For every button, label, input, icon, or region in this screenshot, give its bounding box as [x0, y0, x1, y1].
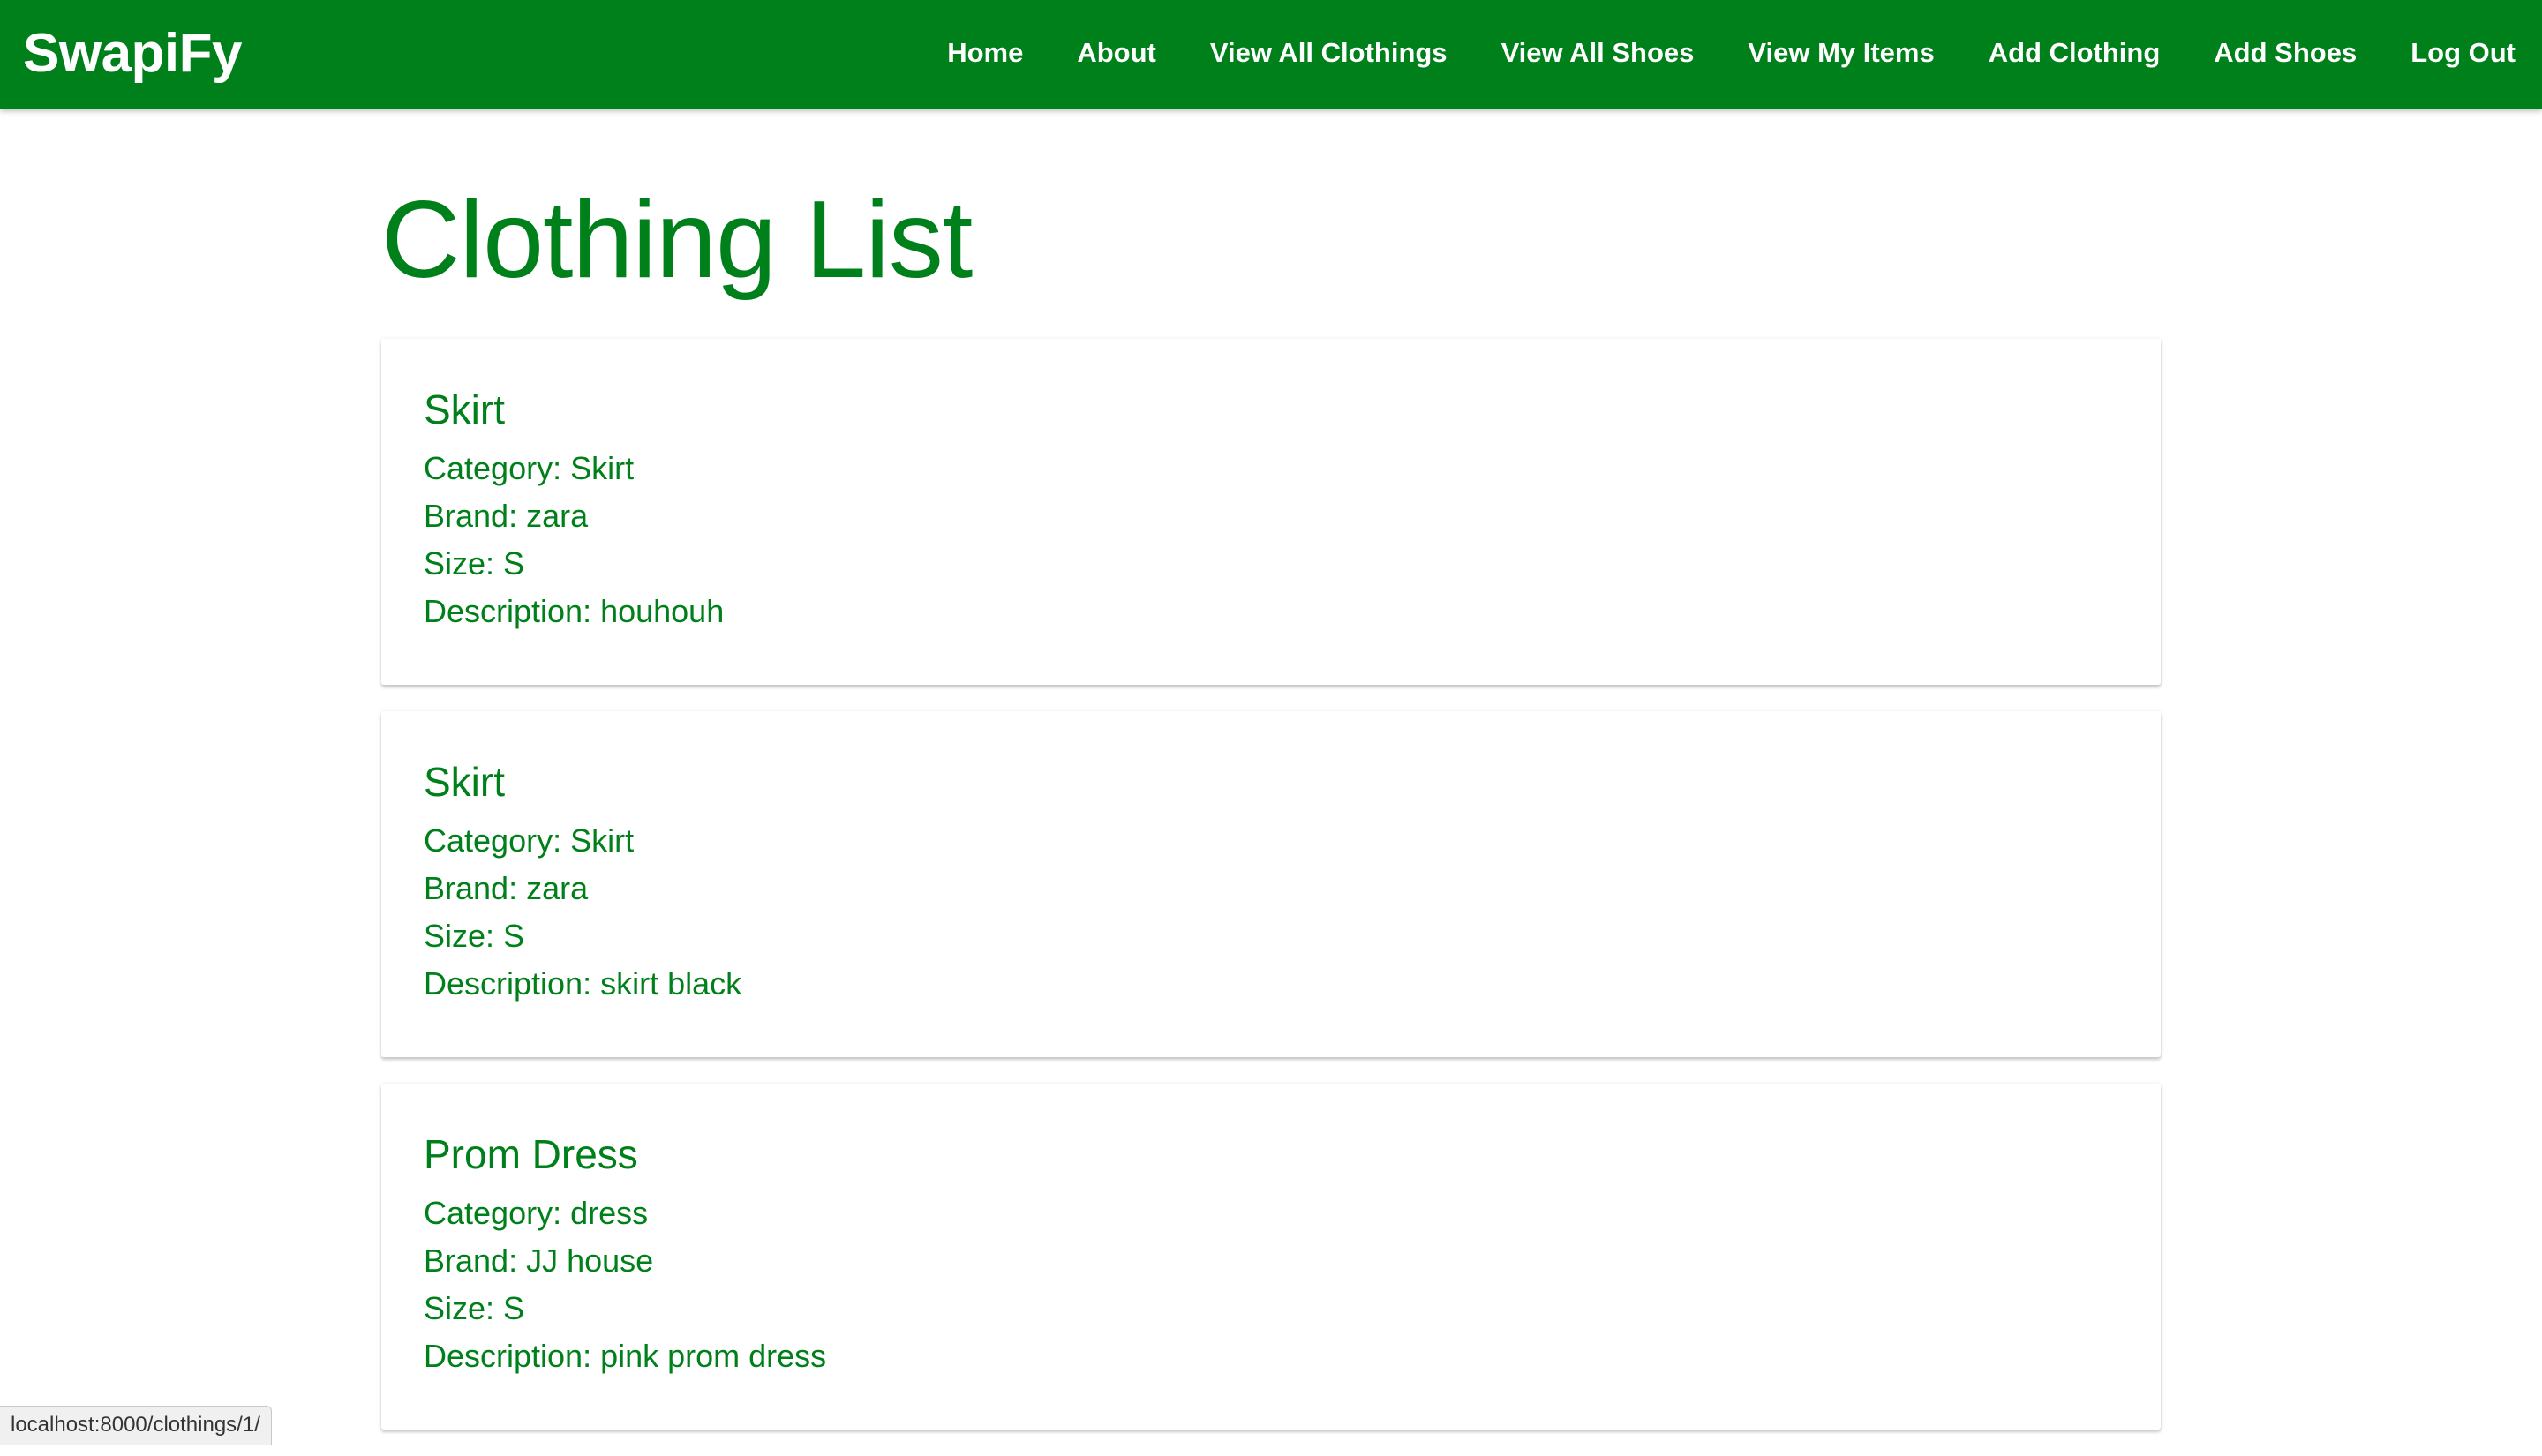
clothing-card: Skirt Category: Skirt Brand: zara Size: …: [381, 711, 2161, 1057]
nav-item-log-out: Log Out: [2357, 34, 2516, 72]
nav-item-view-all-clothings: View All Clothings: [1156, 34, 1448, 72]
clothing-description: Description: houhouh: [424, 588, 2118, 635]
nav-link-add-clothing[interactable]: Add Clothing: [1989, 34, 2161, 72]
nav-item-view-all-shoes: View All Shoes: [1448, 34, 1695, 72]
clothing-size: Size: S: [424, 1285, 2118, 1332]
clothing-card-title[interactable]: Skirt: [424, 754, 2118, 810]
nav-link-about[interactable]: About: [1077, 34, 1156, 72]
clothing-card: Skirt Category: Skirt Brand: zara Size: …: [381, 339, 2161, 685]
clothing-category: Category: dress: [424, 1190, 2118, 1237]
nav-link-home[interactable]: Home: [947, 34, 1023, 72]
clothing-description: Description: pink prom dress: [424, 1332, 2118, 1380]
nav-link-view-all-shoes[interactable]: View All Shoes: [1501, 34, 1695, 72]
nav-link-view-all-clothings[interactable]: View All Clothings: [1210, 34, 1448, 72]
main-content: Clothing List Skirt Category: Skirt Bran…: [381, 109, 2161, 1456]
clothing-card: Prom Dress Category: dress Brand: JJ hou…: [381, 1084, 2161, 1430]
clothing-brand: Brand: JJ house: [424, 1237, 2118, 1285]
nav-links: Home About View All Clothings View All S…: [947, 34, 2516, 72]
clothing-card-title[interactable]: Prom Dress: [424, 1126, 2118, 1182]
clothing-category: Category: Skirt: [424, 817, 2118, 865]
top-navbar: SwapiFy Home About View All Clothings Vi…: [0, 0, 2542, 109]
nav-link-log-out[interactable]: Log Out: [2410, 34, 2516, 72]
nav-link-view-my-items[interactable]: View My Items: [1748, 34, 1934, 72]
clothing-size: Size: S: [424, 540, 2118, 588]
clothing-size: Size: S: [424, 912, 2118, 960]
clothing-description: Description: skirt black: [424, 960, 2118, 1008]
status-bar-url: localhost:8000/clothings/1/: [0, 1406, 272, 1445]
clothing-brand: Brand: zara: [424, 492, 2118, 540]
nav-link-add-shoes[interactable]: Add Shoes: [2214, 34, 2357, 72]
clothing-card-title[interactable]: Skirt: [424, 381, 2118, 438]
nav-item-view-my-items: View My Items: [1694, 34, 1934, 72]
brand-logo-link[interactable]: SwapiFy: [23, 19, 242, 88]
nav-item-add-shoes: Add Shoes: [2160, 34, 2357, 72]
nav-item-home: Home: [947, 34, 1023, 72]
nav-item-add-clothing: Add Clothing: [1935, 34, 2161, 72]
page-title: Clothing List: [381, 176, 2161, 339]
clothing-category: Category: Skirt: [424, 445, 2118, 492]
nav-item-about: About: [1023, 34, 1156, 72]
clothing-brand: Brand: zara: [424, 865, 2118, 912]
